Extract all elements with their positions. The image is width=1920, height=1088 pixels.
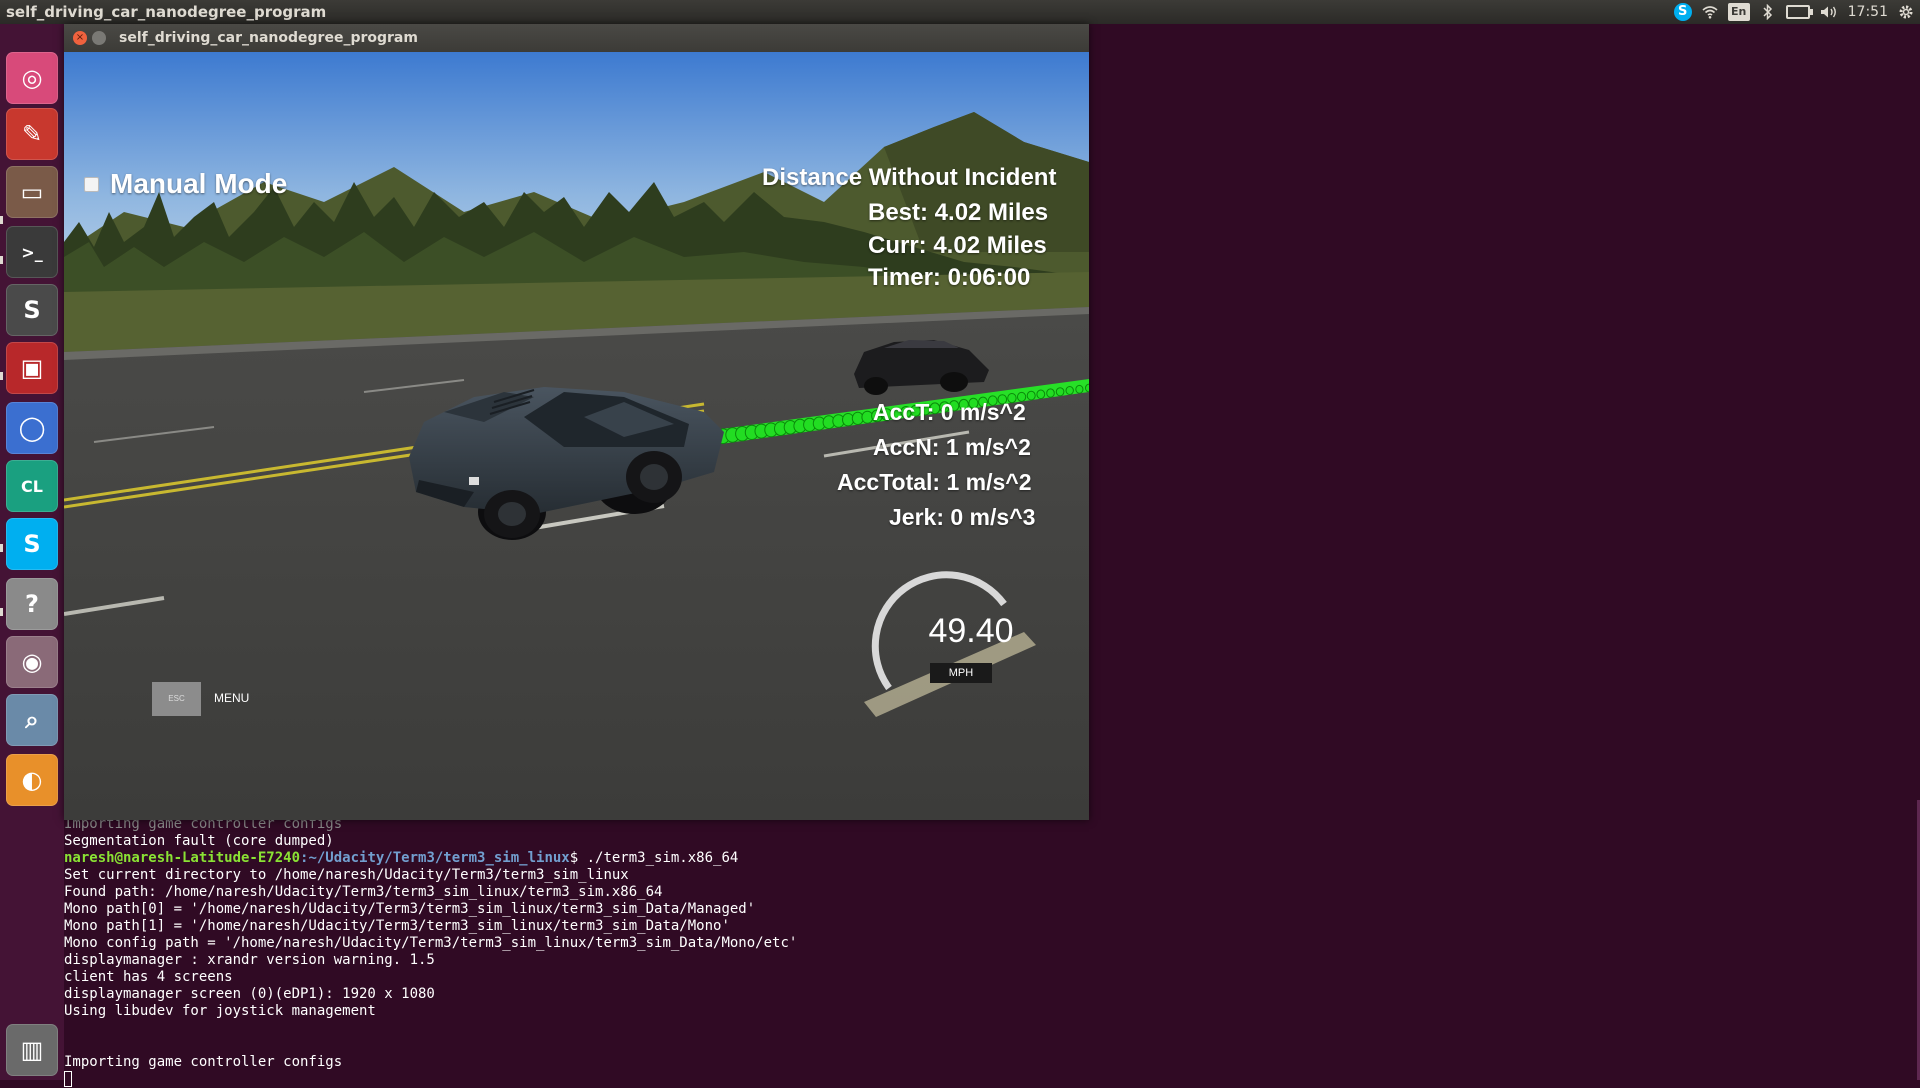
terminal-prompt-line: naresh@naresh-Latitude-E7240:~/Udacity/T… xyxy=(64,850,1920,867)
screenshot-icon[interactable]: ◉ xyxy=(6,636,58,688)
manual-mode-checkbox[interactable] xyxy=(84,177,99,192)
game-viewport[interactable]: Manual Mode Distance Without Incident Be… xyxy=(64,52,1089,820)
terminal-output-line: Mono config path = '/home/naresh/Udacity… xyxy=(64,935,798,951)
active-app-title: self_driving_car_nanodegree_program xyxy=(6,3,327,21)
bluetooth-icon[interactable] xyxy=(1760,3,1776,21)
distance-title: Distance Without Incident xyxy=(762,164,1057,191)
acc-tangential: AccT: 0 m/s^2 xyxy=(873,399,1026,425)
best-distance: Best: 4.02 Miles xyxy=(868,199,1049,226)
gear-icon[interactable] xyxy=(1898,3,1914,21)
top-panel: self_driving_car_nanodegree_program S En… xyxy=(0,0,1920,24)
battery-icon[interactable] xyxy=(1785,3,1813,21)
running-indicator xyxy=(0,216,3,224)
terminal-output-line: client has 4 screens xyxy=(64,969,233,985)
clion-icon[interactable]: CL xyxy=(6,460,58,512)
terminal-output: Set current directory to /home/naresh/Ud… xyxy=(64,867,1920,1020)
terminal-window[interactable]: Importing game controller configs Segmen… xyxy=(64,816,1920,1087)
running-indicator xyxy=(0,256,3,264)
system-settings-icon[interactable]: ✎ xyxy=(6,108,58,160)
window-titlebar[interactable]: × self_driving_car_nanodegree_program xyxy=(64,24,1089,52)
terminal-icon[interactable]: >_ xyxy=(6,226,58,278)
esc-key-button[interactable]: ESC xyxy=(152,682,201,716)
jerk: Jerk: 0 m/s^3 xyxy=(889,504,1036,530)
minimize-icon[interactable] xyxy=(92,31,106,45)
terminal-output-line: Found path: /home/naresh/Udacity/Term3/t… xyxy=(64,884,663,900)
terminal-output-line: Set current directory to /home/naresh/Ud… xyxy=(64,867,629,883)
prompt-command: $ ./term3_sim.x86_64 xyxy=(569,850,739,866)
path-point xyxy=(1055,387,1065,397)
terminal-output-line: Using libudev for joystick management xyxy=(64,1003,376,1019)
ubuntu-dash-icon[interactable]: ◎ xyxy=(6,52,58,104)
skype-tray-icon[interactable]: S xyxy=(1673,3,1692,21)
path-point xyxy=(1065,386,1074,395)
simulator-window: × self_driving_car_nanodegree_program Ma… xyxy=(64,24,1089,820)
path-point xyxy=(1075,384,1084,394)
running-indicator xyxy=(0,544,3,552)
document-viewer-icon[interactable]: ⌕ xyxy=(6,694,58,746)
running-indicator xyxy=(0,608,3,616)
acc-total: AccTotal: 1 m/s^2 xyxy=(837,469,1032,495)
trash-icon[interactable]: ▥ xyxy=(6,1024,58,1076)
terminal-output-line: displaymanager : xrandr version warning.… xyxy=(64,952,435,968)
menu-label[interactable]: MENU xyxy=(214,691,249,705)
red-app-icon[interactable]: ▣ xyxy=(6,342,58,394)
system-tray: S En 17:51 xyxy=(1673,0,1914,24)
path-point xyxy=(1085,383,1089,393)
current-distance: Curr: 4.02 Miles xyxy=(868,232,1047,259)
manual-mode-label[interactable]: Manual Mode xyxy=(110,168,287,200)
terminal-output-line: Mono path[0] = '/home/naresh/Udacity/Ter… xyxy=(64,901,756,917)
acc-normal: AccN: 1 m/s^2 xyxy=(873,434,1031,460)
volume-icon[interactable] xyxy=(1820,3,1838,21)
help-icon[interactable]: ? xyxy=(6,578,58,630)
close-icon[interactable]: × xyxy=(73,31,87,45)
path-point xyxy=(1046,388,1055,398)
terminal-segfault-line: Segmentation fault (core dumped) xyxy=(64,833,334,849)
skype-icon[interactable]: S xyxy=(6,518,58,570)
path-point xyxy=(1036,389,1046,400)
running-indicator xyxy=(0,372,3,380)
terminal-last-line: Importing game controller configs xyxy=(64,1054,343,1070)
speed-unit: MPH xyxy=(930,663,992,683)
path-point xyxy=(1026,390,1036,401)
terminal-output-line: Mono path[1] = '/home/naresh/Udacity/Ter… xyxy=(64,918,730,934)
prompt-path: :~/Udacity/Term3/term3_sim_linux xyxy=(300,850,570,866)
speed-value: 49.40 xyxy=(928,612,1014,650)
blender-icon[interactable]: ◐ xyxy=(6,754,58,806)
window-title: self_driving_car_nanodegree_program xyxy=(119,30,418,46)
timer: Timer: 0:06:00 xyxy=(868,264,1031,291)
terminal-output-line: displaymanager screen (0)(eDP1): 1920 x … xyxy=(64,986,435,1002)
sublime-text-icon[interactable]: S xyxy=(6,284,58,336)
terminal-cursor xyxy=(64,1071,72,1087)
prompt-user: naresh@naresh-Latitude-E7240 xyxy=(64,850,301,866)
chromium-icon[interactable]: ◯ xyxy=(6,402,58,454)
clock[interactable]: 17:51 xyxy=(1848,3,1888,21)
files-icon[interactable]: ▭ xyxy=(6,166,58,218)
wifi-icon[interactable] xyxy=(1702,3,1718,21)
unity-launcher: ◎ ✎ ▭ >_ S ▣ ◯ CL S? ◉ ⌕ ◐ ▥ xyxy=(0,24,64,1080)
keyboard-layout-indicator[interactable]: En xyxy=(1727,3,1750,21)
